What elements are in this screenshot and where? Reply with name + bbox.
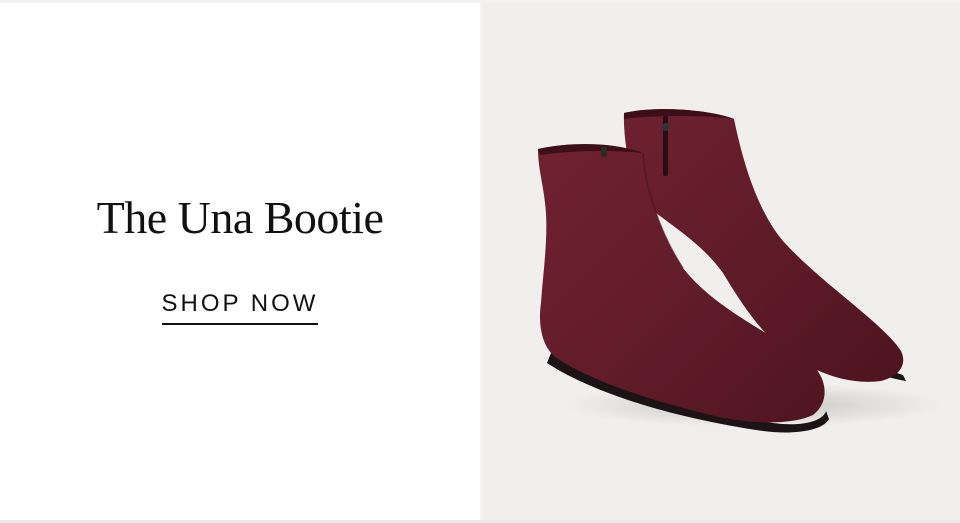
boots-image: [538, 109, 943, 433]
hero-banner: The Una Bootie SHOP NOW: [0, 0, 960, 523]
cta-container: SHOP NOW: [0, 290, 480, 325]
hero-image-panel[interactable]: [483, 3, 960, 520]
hero-title: The Una Bootie: [96, 192, 384, 243]
shop-now-link[interactable]: SHOP NOW: [161, 290, 319, 325]
hero-text-panel: The Una Bootie SHOP NOW: [0, 3, 480, 520]
